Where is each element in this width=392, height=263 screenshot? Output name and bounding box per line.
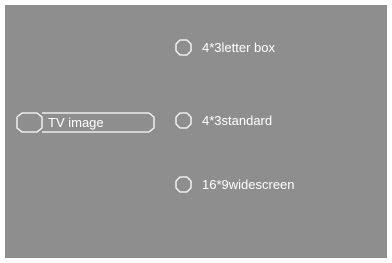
radio-octagon-icon bbox=[175, 112, 192, 129]
radio-octagon-icon bbox=[175, 39, 192, 56]
tv-image-label: TV image bbox=[48, 115, 104, 130]
option-label: 4*3letter box bbox=[202, 40, 275, 55]
option-label: 16*9widescreen bbox=[202, 177, 295, 192]
radio-octagon-icon bbox=[175, 176, 192, 193]
tv-settings-screen: TV image 4*3letter box 4*3standard 16*9w… bbox=[5, 5, 387, 258]
tv-image-button[interactable]: TV image bbox=[15, 112, 156, 133]
option-label: 4*3standard bbox=[202, 113, 273, 128]
